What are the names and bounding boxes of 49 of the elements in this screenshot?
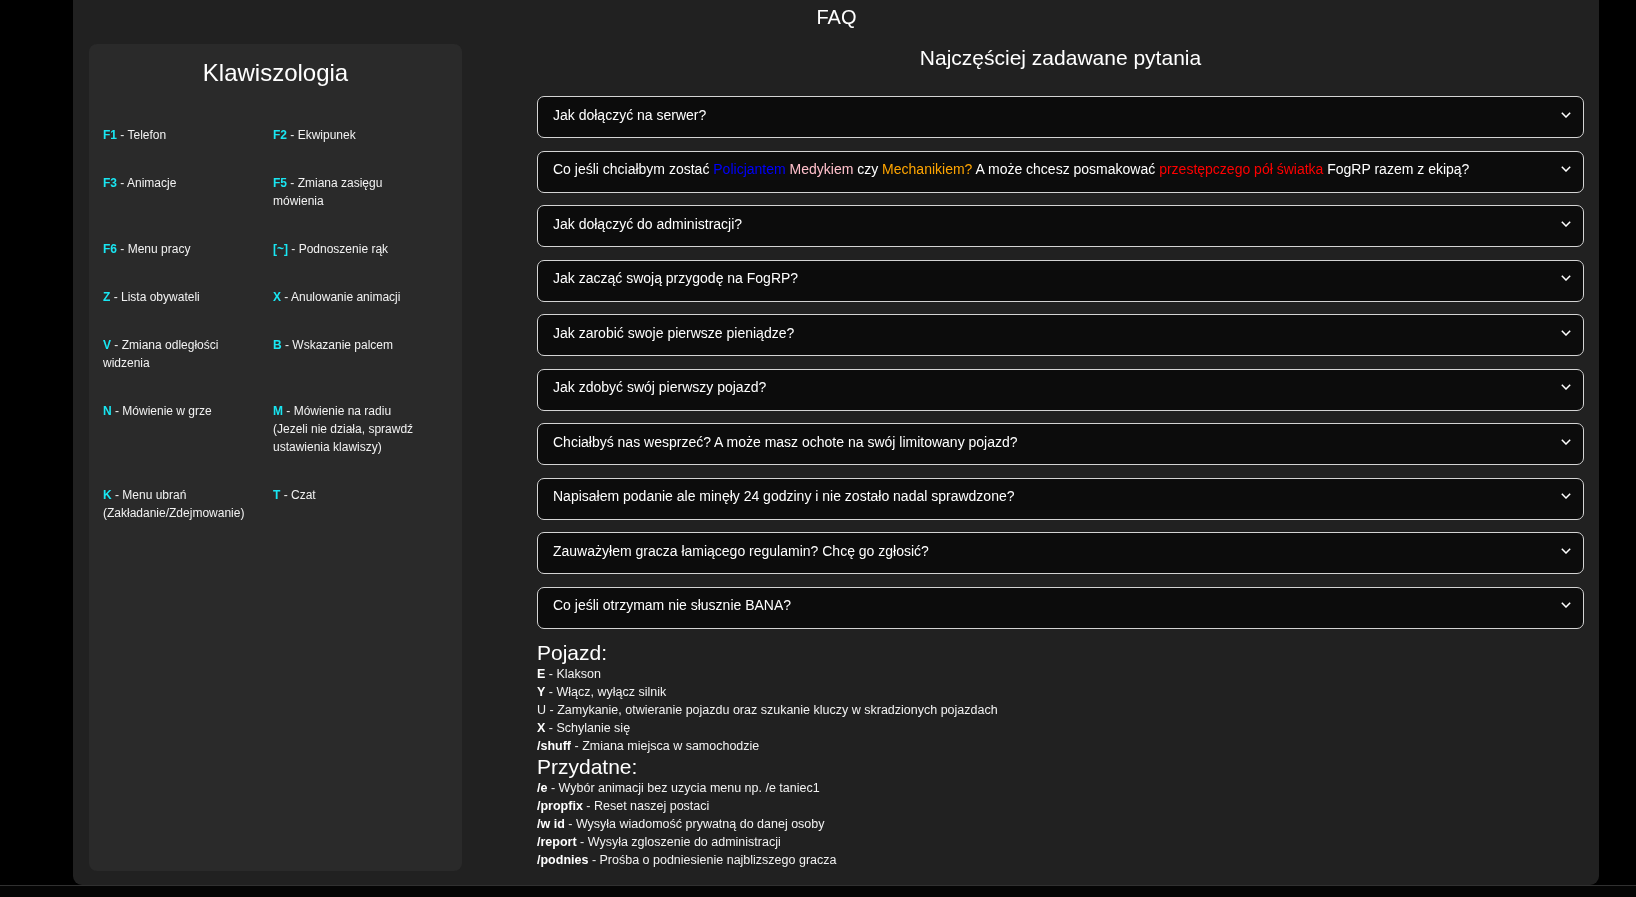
keybind-text: V - Zmiana odległości widzenia bbox=[103, 337, 220, 372]
shortcut-line: /w id - Wysyła wiadomość prywatną do danej osoby bbox=[537, 815, 825, 833]
faq-question[interactable]: Co jeśli otrzymam nie słusznie BANA? bbox=[537, 586, 1584, 629]
keybind-text: M - Mówienie na radiu (Jezeli nie działa, sprawdź ustawienia klawiszy) bbox=[273, 403, 415, 456]
keybind-text: F2 - Ekwipunek bbox=[273, 127, 357, 144]
chevron-down-icon bbox=[1561, 220, 1571, 227]
faq-question[interactable]: Jak dołączyć do administracji? bbox=[537, 205, 1584, 247]
keybind-text: F5 - Zmiana zasięgu mówienia bbox=[273, 175, 384, 210]
chevron-down-icon bbox=[1561, 111, 1571, 118]
faq-question[interactable]: Jak zarobić swoje pierwsze pieniądze? bbox=[537, 314, 1584, 356]
keybind-text: Z - Lista obywateli bbox=[103, 289, 201, 306]
faq-heading: Najczęściej zadawane pytania bbox=[919, 45, 1202, 71]
keybind-text: X - Anulowanie animacji bbox=[273, 289, 402, 306]
shortcut-line: /propfix - Reset naszej postaci bbox=[537, 797, 710, 815]
keybind-text: K - Menu ubrań (Zakładanie/Zdejmowanie) bbox=[103, 487, 246, 522]
shortcut-line: /report - Wysyła zgloszenie do administracji bbox=[537, 833, 781, 851]
section-heading: Przydatne: bbox=[537, 754, 638, 779]
keybind-text: B - Wskazanie palcem bbox=[273, 337, 395, 354]
chevron-down-icon bbox=[1561, 329, 1571, 336]
shortcut-line: U - Zamykanie, otwieranie pojazdu oraz szukanie kluczy w skradzionych pojazdach bbox=[537, 701, 998, 719]
section-heading: Pojazd: bbox=[537, 640, 608, 665]
faq-question[interactable]: Jak zdobyć swój pierwszy pojazd? bbox=[537, 368, 1584, 411]
keybind-text: [~] - Podnoszenie rąk bbox=[273, 241, 390, 258]
faq-question[interactable]: Co jeśli chciałbym zostać Policjantem Medykiem czy Mechanikiem? A może chcesz posmakować przestępczego pół światka FogRP razem z ekipą? bbox=[537, 150, 1584, 193]
faq-question[interactable]: Zauważyłem gracza łamiącego regulamin? Chcę go zgłosić? bbox=[537, 532, 1584, 574]
faq-question[interactable]: Napisałem podanie ale minęły 24 godziny i nie zostało nadal sprawdzone? bbox=[537, 477, 1584, 520]
keybinds-title: Klawiszologia bbox=[202, 59, 349, 87]
faq-question[interactable]: Chciałbyś nas wesprzeć? A może masz ochote na swój limitowany pojazd? bbox=[537, 423, 1584, 465]
chevron-down-icon bbox=[1561, 602, 1571, 608]
faq-question[interactable]: Jak dołączyć na serwer? bbox=[537, 96, 1584, 138]
page-title: FAQ bbox=[816, 5, 857, 30]
keybind-text: F3 - Animacje bbox=[103, 175, 178, 192]
keybind-text: F1 - Telefon bbox=[103, 127, 168, 144]
shortcut-line: /e - Wybór animacji bez uzycia menu np. /e taniec1 bbox=[537, 779, 820, 797]
chevron-down-icon bbox=[1561, 384, 1571, 390]
shortcut-line: E - Klakson bbox=[537, 665, 601, 683]
chevron-down-icon bbox=[1561, 493, 1571, 499]
keybind-text: N - Mówienie w grze bbox=[103, 403, 213, 420]
chevron-down-icon bbox=[1561, 166, 1571, 172]
chevron-down-icon bbox=[1561, 275, 1571, 281]
keybind-text: T - Czat bbox=[273, 487, 317, 504]
chevron-down-icon bbox=[1561, 547, 1571, 554]
shortcut-line: X - Schylanie się bbox=[537, 719, 631, 737]
faq-question[interactable]: Jak zacząć swoją przygodę na FogRP? bbox=[537, 259, 1584, 302]
shortcut-line: /podnies - Prośba o podniesienie najblizszego gracza bbox=[537, 851, 837, 869]
keybind-text: F6 - Menu pracy bbox=[103, 241, 192, 258]
shortcut-line: /shuff - Zmiana miejsca w samochodzie bbox=[537, 737, 760, 755]
shortcut-line: Y - Włącz, wyłącz silnik bbox=[537, 683, 667, 701]
chevron-down-icon bbox=[1561, 438, 1571, 445]
